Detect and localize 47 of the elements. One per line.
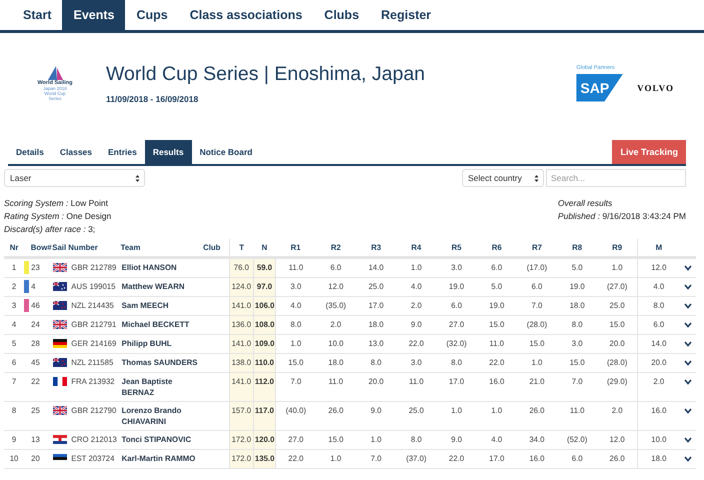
info-text: Scoring System : Low Point — [4, 197, 109, 210]
event-tab[interactable]: Entries — [100, 140, 145, 164]
nav-tab[interactable]: Clubs — [313, 0, 370, 30]
flag-icon — [53, 301, 68, 310]
flag-icon — [53, 454, 68, 463]
class-select[interactable]: Laser — [4, 169, 145, 187]
chevron-down-icon[interactable] — [684, 456, 692, 462]
sail-logo-icon — [46, 66, 64, 80]
nav-tab[interactable]: Events — [62, 0, 126, 30]
chevron-down-icon[interactable] — [684, 284, 692, 290]
flag-icon — [53, 282, 68, 291]
flag-icon — [53, 263, 68, 272]
event-tab[interactable]: Details — [8, 140, 52, 164]
event-title: World Cup Series | Enoshima, Japan — [106, 62, 426, 86]
event-tab[interactable]: Notice Board — [192, 140, 260, 164]
nav-tab[interactable]: Class associations — [178, 0, 314, 30]
info-text: Discard(s) after race : 3; — [4, 223, 96, 236]
event-tab[interactable]: Results — [144, 140, 192, 164]
sponsor-logo: VOLVO — [637, 82, 674, 92]
chevron-down-icon[interactable] — [684, 437, 692, 443]
chevron-down-icon[interactable] — [684, 341, 692, 347]
nav-tab[interactable]: Start — [12, 0, 62, 30]
flag-icon — [53, 339, 68, 348]
event-tab[interactable]: Classes — [52, 140, 100, 164]
event-dates: 11/09/2018 - 16/09/2018 — [106, 94, 200, 104]
chevron-down-icon[interactable] — [684, 379, 692, 385]
flag-icon — [53, 377, 68, 386]
flag-icon — [53, 406, 68, 415]
nav-tab[interactable]: Cups — [125, 0, 179, 30]
search-field[interactable]: Search... — [546, 169, 686, 187]
chevron-down-icon[interactable] — [684, 360, 692, 366]
live-tracking-button[interactable]: Live Tracking — [612, 140, 686, 164]
flag-icon — [53, 358, 68, 367]
chevron-down-icon[interactable] — [684, 322, 692, 328]
flag-icon — [53, 435, 68, 444]
chevron-down-icon[interactable] — [684, 408, 692, 414]
info-text: Rating System : One Design — [4, 210, 112, 223]
caret-icon — [534, 174, 539, 182]
sponsor-logo: SAP — [576, 74, 624, 102]
chevron-down-icon[interactable] — [684, 265, 692, 271]
flag-icon — [53, 320, 68, 329]
published-text: Published : 9/16/2018 3:43:24 PM — [558, 210, 686, 223]
caret-icon — [135, 174, 140, 182]
chevron-down-icon[interactable] — [684, 303, 692, 309]
nav-tab[interactable]: Register — [370, 0, 442, 30]
country-select[interactable]: Select country — [462, 169, 544, 187]
results-title: Overall results — [558, 197, 614, 210]
